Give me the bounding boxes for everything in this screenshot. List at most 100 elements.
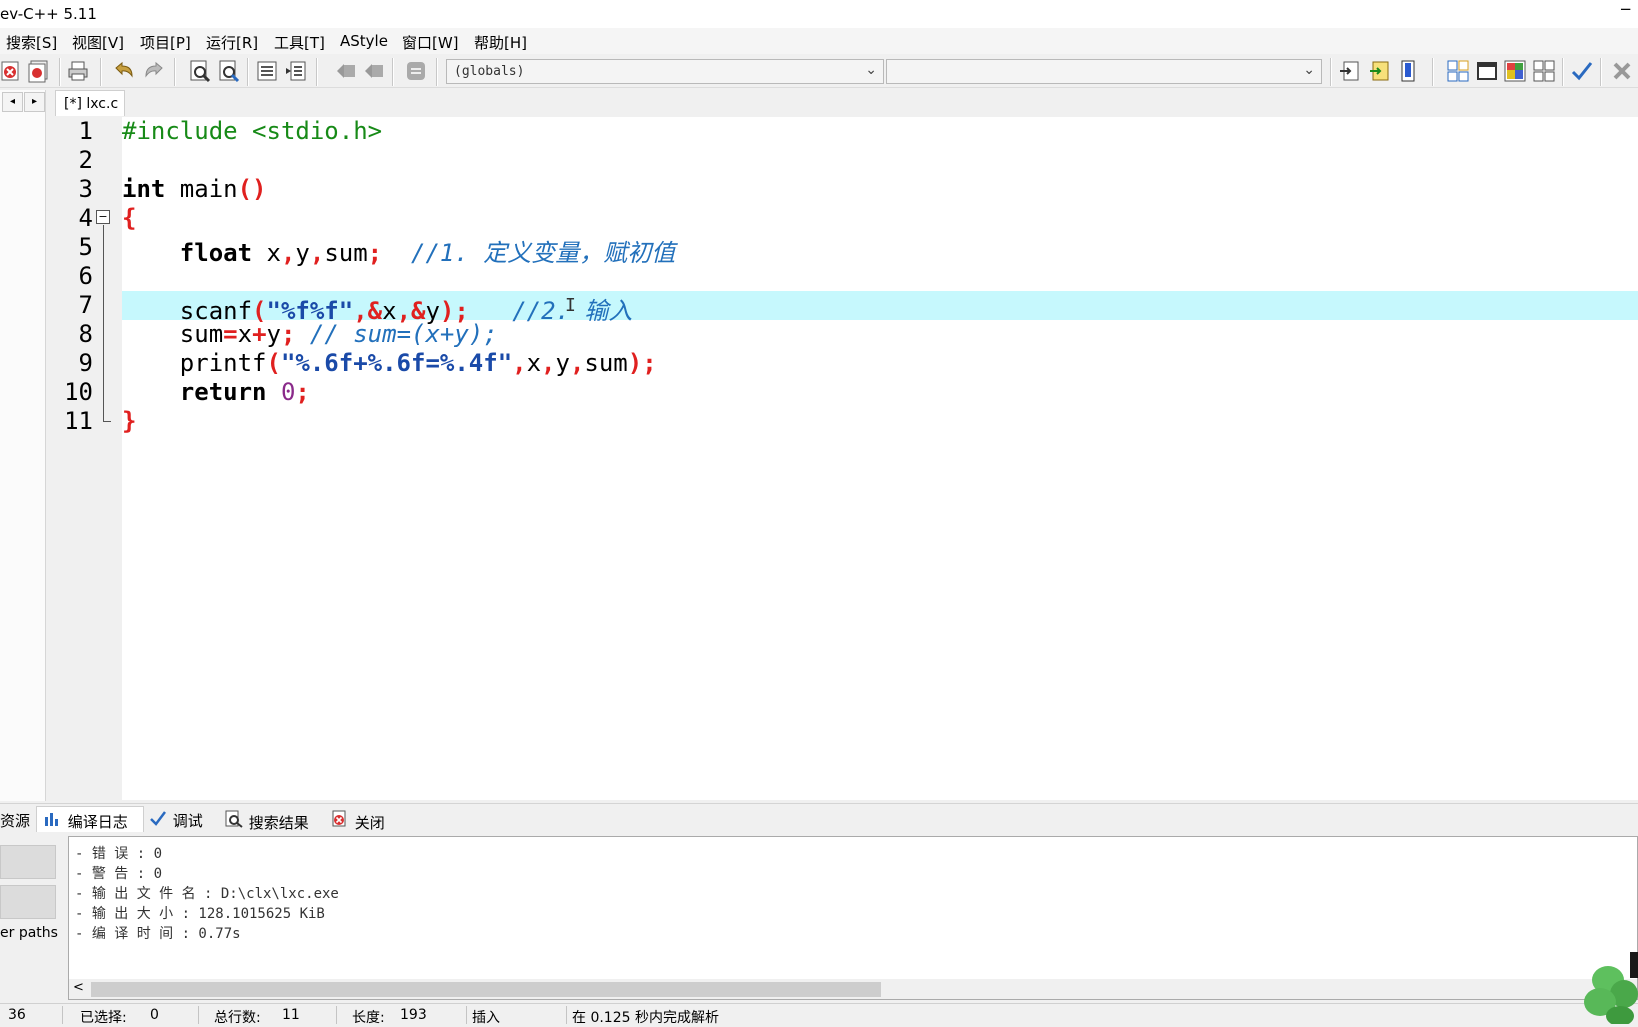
menu-astyle[interactable]: AStyle <box>340 32 388 50</box>
code-line-10: return 0; <box>179 378 310 406</box>
code-editor[interactable]: 1 2 3 4 5 6 7 8 9 10 11 − #include <stdi… <box>56 117 1638 800</box>
close-icon[interactable] <box>1610 59 1634 83</box>
code-line-3: int main() <box>122 175 267 203</box>
window-icon[interactable] <box>1475 59 1499 83</box>
layout-color-icon[interactable] <box>1503 59 1527 83</box>
redo-icon[interactable] <box>142 59 166 83</box>
scope-combo-value: (globals) <box>454 64 525 79</box>
close-file-icon <box>330 810 350 832</box>
scope-combo[interactable]: (globals) ⌄ <box>446 59 884 84</box>
log-line: - 输 出 大 小 : 128.1015625 KiB <box>75 906 325 922</box>
menu-view[interactable]: 视图[V] <box>72 32 124 53</box>
compile-log[interactable]: - 错 误 : 0 - 警 告 : 0 - 输 出 文 件 名 : D:\clx… <box>68 836 1638 1000</box>
tab-lxc-c[interactable]: [*] lxc.c <box>55 90 125 116</box>
undo-icon[interactable] <box>112 59 136 83</box>
status-parse-message: 在 0.125 秒内完成解析 <box>572 1010 719 1026</box>
line-number: 7 <box>78 291 93 319</box>
nav-right-button[interactable]: ▸ <box>24 92 45 112</box>
toolbar-separator <box>1600 58 1602 86</box>
code-area[interactable]: #include <stdio.h> int main() { float x,… <box>122 117 1638 800</box>
code-line-5: float x,y,sum; //1. 定义变量，赋初值 <box>179 239 676 267</box>
log-line: - 编 译 时 间 : 0.77s <box>75 926 241 942</box>
scroll-left-icon[interactable]: < <box>73 980 84 995</box>
line-number: 9 <box>78 349 93 377</box>
status-bar: 36 已选择: 0 总行数: 11 长度: 193 插入 在 0.125 秒内完… <box>0 1003 1638 1026</box>
bookmark-toggle-icon[interactable] <box>1396 59 1420 83</box>
code-line-9: printf("%.6f+%.6f=%.4f",x,y,sum); <box>122 349 657 377</box>
nav-left-button[interactable]: ◂ <box>2 92 23 112</box>
gray-button[interactable] <box>0 885 56 919</box>
toolbar-separator <box>1562 58 1564 86</box>
layout-grid-icon[interactable] <box>1446 59 1470 83</box>
member-combo[interactable]: ⌄ <box>886 59 1322 84</box>
toolbar-separator <box>316 58 318 86</box>
status-separator <box>198 1006 199 1024</box>
print-icon[interactable] <box>66 59 90 83</box>
tab-resources-label: 资源 <box>0 812 31 830</box>
indent-right-icon[interactable] <box>362 59 386 83</box>
line-number: 10 <box>64 378 93 406</box>
check-icon[interactable] <box>1570 59 1594 83</box>
replace-icon[interactable] <box>217 59 241 83</box>
indent-left-icon[interactable] <box>334 59 358 83</box>
chevron-down-icon: ⌄ <box>865 62 877 78</box>
horizontal-scrollbar[interactable]: < <box>69 979 1637 999</box>
insert-icon[interactable] <box>1338 59 1362 83</box>
toolbar-separator <box>1432 58 1434 86</box>
toolbar-separator <box>100 58 102 86</box>
menu-bar: 搜索[S] 视图[V] 项目[P] 运行[R] 工具[T] AStyle 窗口[… <box>0 28 1638 54</box>
tab-search-results[interactable]: 搜索结果 <box>224 806 324 832</box>
menu-project[interactable]: 项目[P] <box>140 32 191 53</box>
line-number: 2 <box>78 146 93 174</box>
code-line-8: sum=x+y; // sum=(x+y); <box>122 320 498 348</box>
code-line-7: scanf("%f%f",&x,&y); //2. 输入 <box>122 291 1638 325</box>
fold-collapse-icon[interactable]: − <box>96 210 110 224</box>
tab-close[interactable]: 关闭 <box>330 806 400 832</box>
menu-search[interactable]: 搜索[S] <box>6 32 57 53</box>
line-number: 5 <box>78 233 93 261</box>
code-line-4: { <box>122 204 137 232</box>
toolbar-separator <box>1330 58 1332 86</box>
tab-resources[interactable]: 资源 <box>0 806 34 832</box>
bookmark-icon[interactable] <box>284 59 308 83</box>
menu-tools[interactable]: 工具[T] <box>274 32 325 53</box>
minimize-button[interactable]: − <box>1619 0 1632 18</box>
goto-line-icon[interactable] <box>255 59 279 83</box>
code-line-1: #include <stdio.h> <box>122 117 383 145</box>
close-file-icon[interactable] <box>0 59 24 83</box>
scroll-thumb[interactable] <box>91 982 881 997</box>
project-panel <box>0 90 46 801</box>
toolbar: (globals) ⌄ ⌄ <box>0 54 1638 88</box>
status-separator <box>62 1006 63 1024</box>
fold-line <box>103 225 104 421</box>
toolbar-separator <box>392 58 394 86</box>
chevron-down-icon: ⌄ <box>1303 62 1315 78</box>
bottom-left-panel: er paths <box>0 833 64 1003</box>
status-selected-label: 已选择: <box>80 1010 127 1026</box>
find-icon[interactable] <box>188 59 212 83</box>
menu-run[interactable]: 运行[R] <box>206 32 258 53</box>
line-number: 3 <box>78 175 93 203</box>
gray-button[interactable] <box>0 845 56 879</box>
menu-window[interactable]: 窗口[W] <box>402 32 459 53</box>
tab-close-label: 关闭 <box>354 814 385 832</box>
paths-label: er paths <box>0 925 58 941</box>
log-line: - 警 告 : 0 <box>75 866 163 882</box>
add-file-icon[interactable] <box>1368 59 1392 83</box>
line-number: 6 <box>78 262 93 290</box>
tab-compile-log[interactable]: 编译日志 <box>36 806 144 832</box>
clover-sticker-icon <box>1584 952 1638 1024</box>
grid-icon[interactable] <box>1532 59 1556 83</box>
tab-debug-label: 调试 <box>172 812 203 830</box>
tab-debug[interactable]: 调试 <box>148 806 216 832</box>
log-line: - 输 出 文 件 名 : D:\clx\lxc.exe <box>75 886 339 902</box>
toggle-comment-icon[interactable] <box>404 59 428 83</box>
menu-help[interactable]: 帮助[H] <box>474 32 527 53</box>
status-separator <box>336 1006 337 1024</box>
line-gutter: 1 2 3 4 5 6 7 8 9 10 11 − <box>56 117 122 800</box>
status-separator <box>466 1006 467 1024</box>
close-all-icon[interactable] <box>27 59 51 83</box>
fold-end <box>103 421 111 422</box>
window-title: ev-C++ 5.11 <box>0 5 97 23</box>
